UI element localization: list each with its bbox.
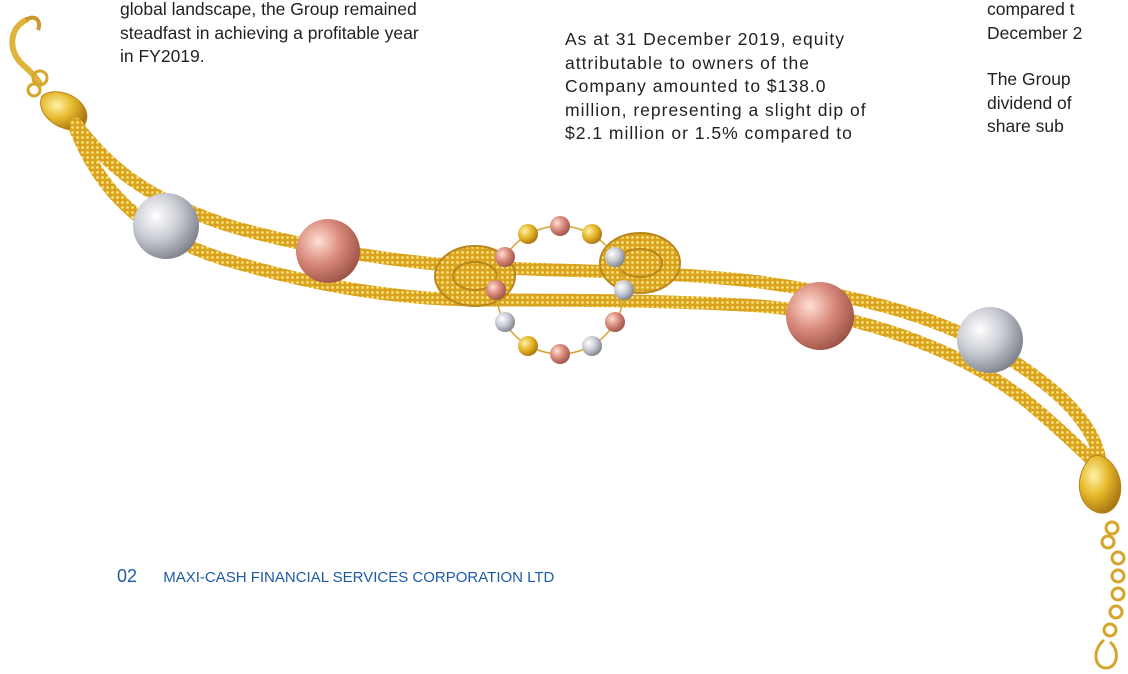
clasp-right (1078, 455, 1126, 670)
bead-rose-gold-right (786, 282, 854, 350)
body-text-column-1: global landscape, the Group remained ste… (120, 0, 502, 69)
text-line: The Group (987, 69, 1071, 89)
text-line: dividend of (987, 92, 1072, 113)
bead-white-gold-right (957, 307, 1023, 373)
company-name: MAXI-CASH FINANCIAL SERVICES CORPORATION… (163, 569, 555, 586)
bead-rose-gold-left (296, 219, 360, 283)
text-line: million, representing a slight dip of (565, 99, 867, 120)
clasp-left (9, 15, 88, 131)
text-line: global landscape, the Group remained (120, 0, 417, 19)
body-text-column-2: As at 31 December 2019, equity attributa… (565, 28, 968, 146)
page-footer: 02 MAXI-CASH FINANCIAL SERVICES CORPORAT… (117, 566, 554, 587)
text-line: in FY2019. (120, 46, 205, 66)
text-line: As at 31 December 2019, equity (565, 29, 846, 49)
text-line: Company amounted to $138.0 (565, 76, 827, 96)
text-line: steadfast in achieving a profitable year (120, 22, 419, 43)
text-line: December 2 (987, 22, 1083, 43)
bead-white-gold-left (133, 193, 199, 259)
chain-strand-lower (69, 123, 1107, 475)
text-line: share sub (987, 116, 1064, 136)
text-line: attributable to owners of the (565, 52, 810, 73)
body-text-column-3: compared t December 2 The Group dividend… (987, 0, 1128, 139)
page-number: 02 (117, 566, 138, 586)
text-line: compared t (987, 0, 1075, 19)
chain-strand-upper (69, 117, 1107, 469)
text-line: $2.1 million or 1.5% compared to (565, 123, 853, 143)
